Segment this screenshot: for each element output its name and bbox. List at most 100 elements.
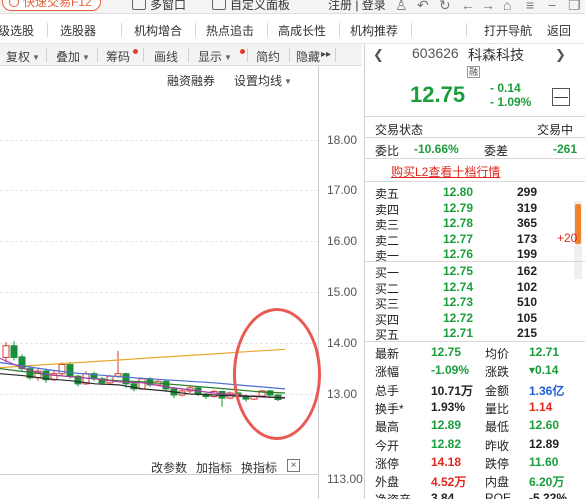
price-tick-label: 17.00 xyxy=(327,183,358,197)
chart-toolbar: 复权 ▼ 叠加 ▼ 筹码 画线 显示 ▼ 简约 隐藏 ▸▸ xyxy=(0,44,362,66)
wei-bi-value: -10.66% xyxy=(414,142,459,156)
kline-chart[interactable]: 融资融券 设置均线 ▼ 18.00 17.00 16.00 15.00 14.00… xyxy=(0,66,363,499)
sell-row[interactable]: 卖四 12.79 319 xyxy=(375,200,575,217)
buy-row[interactable]: 买二 12.74 102 xyxy=(375,280,575,296)
sell-level-label: 卖四 xyxy=(375,202,400,217)
buy-row[interactable]: 买一 12.75 162 xyxy=(375,264,575,280)
overlay-label: 叠加 xyxy=(56,50,81,64)
menu-icon[interactable]: ≡ xyxy=(526,0,534,13)
buy-volume: 215 xyxy=(517,326,538,341)
toolbar-more-icon[interactable]: ▸▸ xyxy=(321,49,331,60)
volume-pane-divider xyxy=(0,474,318,475)
sell-volume: 199 xyxy=(517,247,538,262)
minimize-icon[interactable]: − xyxy=(548,0,556,13)
wei-cha-value: -261 xyxy=(553,142,578,156)
nav-item-screener[interactable]: 选股器 xyxy=(60,22,96,39)
stat-value: 3.84 xyxy=(431,491,455,499)
display-button[interactable]: 显示 ▼ xyxy=(198,48,232,65)
candle xyxy=(74,374,82,387)
display-notify-dot xyxy=(240,49,245,54)
divider xyxy=(365,158,585,159)
hide-button[interactable]: 隐藏 xyxy=(296,48,320,65)
toolbar-divider xyxy=(188,48,189,62)
current-price: 12.75 xyxy=(410,82,466,107)
sell-row[interactable]: 卖三 12.78 365 xyxy=(375,216,575,232)
nav-item-stock-pick[interactable]: 级选股 xyxy=(0,22,34,39)
buy-l2-link[interactable]: 购买L2查看十档行情 xyxy=(391,163,500,180)
candle xyxy=(34,368,42,381)
stat-value: 10.71万 xyxy=(431,383,474,398)
price-tick-label: 16.00 xyxy=(327,234,358,248)
chips-button[interactable]: 筹码 xyxy=(106,48,130,65)
buy-row[interactable]: 买四 12.72 105 xyxy=(375,311,575,327)
nav-divider xyxy=(411,23,412,37)
stat-label: 昨收 xyxy=(485,438,510,453)
refresh-icon[interactable]: ↻ xyxy=(439,0,451,13)
close-indicator-icon[interactable]: × xyxy=(287,459,300,472)
sell-volume: 365 xyxy=(517,216,538,231)
login-register-link[interactable]: 注册 | 登录 xyxy=(328,0,386,13)
quick-trade-icon xyxy=(9,0,19,7)
volume-tick-label: 113.00 xyxy=(327,472,363,486)
candle xyxy=(90,371,98,382)
expand-chevron-icon[interactable]: ❯ xyxy=(555,47,566,63)
forward-icon[interactable]: → xyxy=(481,0,495,13)
sell-price: 12.79 xyxy=(443,200,474,215)
draw-line-button[interactable]: 画线 xyxy=(154,48,178,65)
price-tick-label: 15.00 xyxy=(327,285,358,299)
undo-icon[interactable]: ↶ xyxy=(417,0,429,13)
back-button[interactable]: 返回 xyxy=(547,22,571,39)
buy-level-label: 买四 xyxy=(375,312,400,327)
stock-code: 603626 xyxy=(412,45,459,61)
sell-level-label: 卖五 xyxy=(375,187,400,201)
multi-window-button[interactable]: 多窗口 xyxy=(150,0,186,13)
stat-value: 1.93% xyxy=(431,399,466,414)
overlay-button[interactable]: 叠加 ▼ xyxy=(56,48,90,65)
candle xyxy=(58,362,66,376)
stat-value: 11.60 xyxy=(529,454,559,469)
user-icon[interactable]: ♙ xyxy=(395,0,408,13)
toolbar-divider xyxy=(335,48,336,62)
buy-row[interactable]: 买三 12.73 510 xyxy=(375,295,575,311)
stat-value: ▾0.14 xyxy=(529,363,559,378)
collapse-button[interactable]: — xyxy=(552,88,570,106)
candle xyxy=(170,387,178,399)
nav-item-hotspot[interactable]: 热点追击 xyxy=(206,22,254,39)
home-icon[interactable]: ⌂ xyxy=(503,0,511,13)
collapse-chevron-icon[interactable]: ❮ xyxy=(373,47,384,63)
stat-row: 今开 12.82 昨收 12.89 xyxy=(375,437,583,455)
custom-panel-button[interactable]: 自定义面板 xyxy=(230,0,290,13)
adjust-rights-button[interactable]: 复权 ▼ xyxy=(6,48,40,65)
divider xyxy=(365,137,585,138)
stat-label: 最高 xyxy=(375,420,400,435)
back-icon[interactable]: ← xyxy=(461,0,475,13)
stock-name: 科森科技 xyxy=(468,47,524,63)
sell-price: 12.76 xyxy=(443,247,474,262)
divider xyxy=(365,341,585,342)
open-nav-button[interactable]: 打开导航 xyxy=(484,22,532,39)
buy-price: 12.71 xyxy=(443,326,474,341)
nav-divider xyxy=(267,23,268,37)
simple-button[interactable]: 简约 xyxy=(256,48,280,65)
stat-label: ROE xyxy=(485,491,512,499)
sell-row[interactable]: 卖二 12.77 173 xyxy=(375,232,575,248)
candle xyxy=(42,368,50,383)
buy-row[interactable]: 买五 12.71 215 xyxy=(375,326,575,342)
stat-label: 净资产 xyxy=(375,491,411,499)
wei-bi-label: 委比 xyxy=(375,144,400,158)
chips-notify-dot xyxy=(133,49,138,54)
trade-status-label: 交易状态 xyxy=(375,123,424,137)
main-nav: 级选股 选股器 机构增合 热点追击 高成长性 机构推荐 打开导航 返回 xyxy=(0,15,585,44)
nav-item-inst-recommend[interactable]: 机构推荐 xyxy=(350,22,398,39)
app-window: 快速交易F12 多窗口 自定义面板 注册 | 登录 ♙ ↶ ↻ ← → ⌂ ≡ … xyxy=(0,0,585,499)
sell-row[interactable]: 卖五 12.80 299 xyxy=(375,185,575,201)
stat-row: 涨幅 -1.09% 涨跌 ▾0.14 xyxy=(375,363,583,381)
stat-value: 14.18 xyxy=(431,454,462,469)
stat-value: 12.89 xyxy=(431,418,462,433)
nav-item-inst-holdings[interactable]: 机构增合 xyxy=(134,22,182,39)
quick-trade-button[interactable]: 快速交易F12 xyxy=(2,0,101,11)
buy-volume: 162 xyxy=(517,264,538,278)
nav-item-growth[interactable]: 高成长性 xyxy=(278,22,326,39)
margin-badge: 融 xyxy=(467,66,481,78)
restore-icon[interactable]: ❐ xyxy=(568,0,581,13)
